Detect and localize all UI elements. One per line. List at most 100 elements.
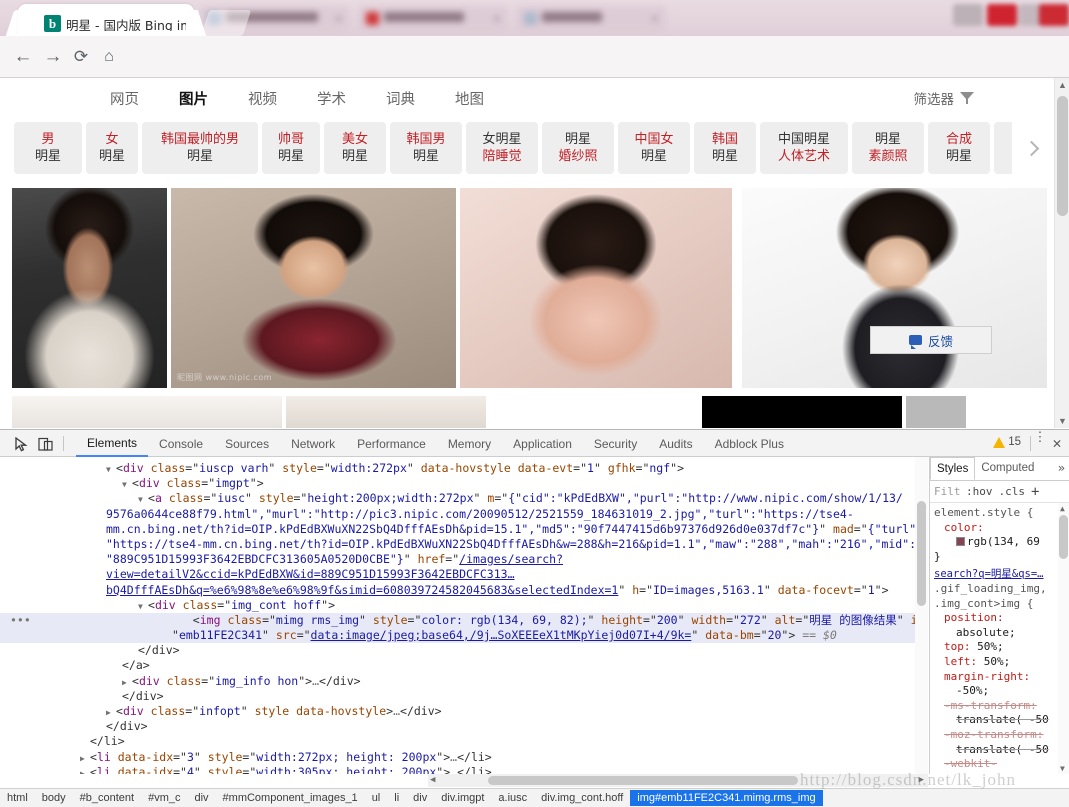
search-chip-13[interactable]: 合成 明星 [928,122,990,174]
inspect-element-icon[interactable] [12,434,32,453]
bing-tab-videos[interactable]: 视频 [248,88,277,109]
devtools-tab-sources[interactable]: Sources [214,430,280,457]
search-chip-2[interactable]: 女明星 [86,122,138,174]
dom-tree-scrollbar[interactable] [915,457,928,774]
class-button[interactable]: .cls [999,485,1026,498]
warning-badge[interactable]: 15 [993,436,1021,448]
expand-triangle[interactable]: ▼ [138,599,148,614]
expand-triangle[interactable]: ▶ [80,766,90,774]
close-icon[interactable]: ✕ [493,15,501,24]
result-image-1[interactable] [12,188,167,388]
window-close-button[interactable] [987,4,1017,26]
devtools-tab-console[interactable]: Console [148,430,214,457]
breadcrumb-item-5[interactable]: div [187,790,215,806]
devtools-close-icon[interactable]: ✕ [1049,435,1065,453]
rule2-prop-4[interactable]: margin-right: -50%; [934,670,1065,699]
search-chip-5[interactable]: 美女 明星 [324,122,386,174]
devtools-tab-elements[interactable]: Elements [76,430,149,457]
devtools-tab-adblock-plus[interactable]: Adblock Plus [704,430,795,457]
attr-href-part1[interactable]: /images/search? [459,552,563,566]
forward-icon[interactable]: → [40,44,66,70]
rule2-prop-5[interactable]: -ms-transform: translate( -50 [934,699,1065,728]
bing-tab-images[interactable]: 图片 [179,88,208,109]
devtools-tab-network[interactable]: Network [280,430,346,457]
home-icon[interactable]: ⌂ [96,44,122,70]
more-tabs-icon[interactable]: » [1058,461,1065,475]
scroll-left-icon[interactable]: ◀ [430,775,435,785]
breadcrumb-item-10[interactable]: div.imgpt [434,790,491,806]
devtools-tab-application[interactable]: Application [502,430,583,457]
breadcrumb-item-4[interactable]: #vm_c [141,790,187,806]
search-chip-9[interactable]: 中国女 明星 [618,122,690,174]
image-result-partial-1[interactable] [12,396,282,428]
dom-scroll-thumb[interactable] [917,501,926,606]
scroll-right-icon[interactable]: ▶ [919,775,924,785]
image-result-partial-3[interactable] [702,396,902,428]
bing-tab-dictionary[interactable]: 词典 [386,88,415,109]
filter-button[interactable]: 筛选器 [914,88,974,108]
dom-node-img-selected[interactable]: ••• <img class="mimg rms_img" style="colo… [0,612,928,644]
hover-state-button[interactable]: :hov [966,485,993,498]
rule2-prop-2[interactable]: top: 50%; [934,640,1065,655]
styles-filter-input[interactable]: Filte [934,485,960,498]
search-chip-3[interactable]: 韩国最帅的男 明星 [142,122,258,174]
breadcrumb-item-8[interactable]: li [387,790,406,806]
breadcrumb-item-12[interactable]: div.img_cont.hoff [534,790,630,806]
devtools-tab-audits[interactable]: Audits [648,430,703,457]
tab-computed[interactable]: Computed [975,457,1040,480]
devtools-tab-performance[interactable]: Performance [346,430,437,457]
tab-styles[interactable]: Styles [930,457,976,480]
search-chip-1[interactable]: 男明星 [14,122,82,174]
dom-node-imginfo[interactable]: ▶ <div class="img_info hon">…</div> [10,674,928,689]
feedback-button[interactable]: 反馈 [870,326,992,354]
result-image-3[interactable] [460,188,732,388]
expand-triangle[interactable]: ▼ [138,492,148,507]
dom-node-li-3[interactable]: ▶ <li data-idx="3" style="width:272px; he… [10,750,928,765]
dom-tree[interactable]: ▼ <div class="iuscp varh" style="width:27… [0,457,928,774]
rule-color-prop[interactable]: color: [934,521,1065,536]
breadcrumb-item-1[interactable]: html [0,790,35,806]
scroll-down-icon[interactable]: ▼ [1058,416,1067,426]
scroll-up-icon[interactable]: ▲ [1060,504,1065,513]
search-chip-12[interactable]: 明星 素颜照 [852,122,924,174]
breadcrumb-item-7[interactable]: ul [365,790,388,806]
dom-node-imgpt[interactable]: ▼ <div class="imgpt"> [10,476,928,491]
collapsed-ellipsis[interactable]: … [312,674,319,688]
rule-color-value[interactable]: rgb(134, 69 [934,535,1065,550]
chevron-right-icon[interactable] [1012,122,1050,174]
breadcrumb-item-13[interactable]: img#emb11FE2C341.mimg.rms_img [630,790,823,806]
breadcrumb-item-6[interactable]: #mmComponent_images_1 [216,790,365,806]
background-tab[interactable]: ✕ [516,6,666,32]
scroll-down-icon[interactable]: ▼ [1060,764,1065,773]
search-chip-4[interactable]: 帅哥 明星 [262,122,320,174]
image-result-partial-4[interactable] [906,396,966,428]
expand-triangle[interactable]: ▶ [106,705,116,720]
search-chip-11[interactable]: 中国明星 人体艺术 [760,122,848,174]
new-tab-button[interactable] [200,10,252,36]
bing-tab-web[interactable]: 网页 [110,88,139,109]
search-chip-8[interactable]: 明星 婚纱照 [542,122,614,174]
dom-node-iuscp[interactable]: ▼ <div class="iuscp varh" style="width:27… [10,461,928,476]
rule2-prop-7[interactable]: -webkit- [934,757,1065,772]
breadcrumb-item-9[interactable]: div [406,790,434,806]
image-result-partial-2[interactable] [286,396,486,428]
rule2-prop-3[interactable]: left: 50%; [934,655,1065,670]
page-scroll-thumb[interactable] [1057,96,1068,216]
scroll-up-icon[interactable]: ▲ [1058,80,1067,90]
dom-hscroll-thumb[interactable] [488,776,798,785]
styles-scroll-thumb[interactable] [1059,515,1068,559]
active-tab[interactable]: b 明星 - 国内版 Bing imag ✕ [18,4,201,36]
rule2-prop-1[interactable]: position: absolute; [934,611,1065,640]
color-swatch[interactable] [956,537,965,547]
expand-triangle[interactable]: ▼ [106,462,116,477]
reload-icon[interactable]: ⟳ [68,44,94,70]
dom-node-imgcont[interactable]: ▼ <div class="img_cont hoff"> [10,598,928,613]
breadcrumb-item-2[interactable]: body [35,790,73,806]
rule2-prop-6[interactable]: -moz-transform: translate( -50 [934,728,1065,757]
result-image-4[interactable] [742,188,1047,388]
attr-src[interactable]: data:image/jpeg;base64,/9j…SoXEEEeX1tMKp… [311,628,692,642]
back-icon[interactable]: ← [10,44,36,70]
new-style-rule-button[interactable]: + [1031,484,1039,500]
window-close-button-2[interactable] [1039,4,1069,26]
close-icon[interactable]: ✕ [651,15,659,24]
